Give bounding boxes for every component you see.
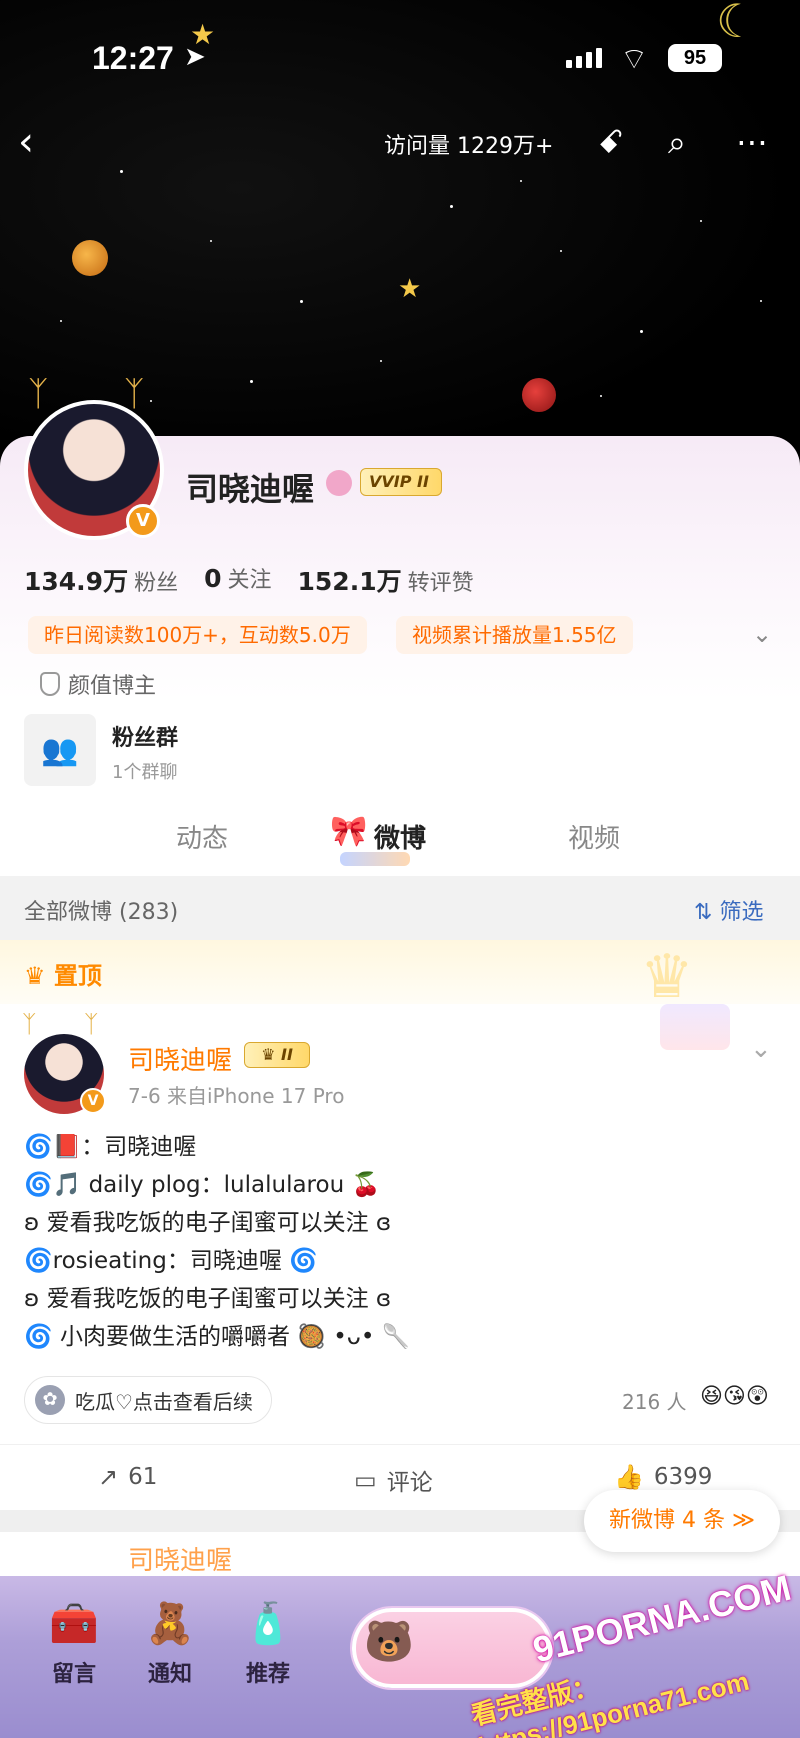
crown-decoration: ♛ <box>640 942 694 1012</box>
chest-icon: 🧰 <box>49 1601 99 1647</box>
reaction-emoji-icon[interactable]: 😆😘😲 <box>700 1384 769 1409</box>
crown-icon: ♛ <box>24 962 54 990</box>
filter-icon: ⇅ <box>694 900 720 925</box>
follow-up-chip[interactable]: ✿ 吃瓜♡点击查看后续 <box>24 1376 272 1424</box>
verified-badge-icon: V <box>80 1088 106 1114</box>
filter-button[interactable]: ⇅ 筛选 <box>694 894 763 926</box>
chevron-down-icon[interactable]: ⌄ <box>750 1034 772 1064</box>
feed-header: 全部微博 (283) ⇅ 筛选 <box>0 876 800 940</box>
bottom-nav-notifications[interactable]: 🧸 通知 <box>130 1596 210 1688</box>
verified-badge-icon: V <box>126 504 160 538</box>
stat-following[interactable]: 0 关注 <box>204 562 271 598</box>
follow-up-label: 吃瓜♡点击查看后续 <box>75 1389 253 1414</box>
tab-weibo[interactable]: 微博 <box>374 818 426 855</box>
post-line: ʚ 爱看我吃饭的电子闺蜜可以关注 ɞ <box>24 1210 392 1236</box>
card-decoration <box>660 1004 730 1050</box>
melon-icon: ✿ <box>35 1385 65 1415</box>
search-badge-icon[interactable] <box>326 470 352 496</box>
fan-group-title[interactable]: 粉丝群 <box>112 720 178 752</box>
visit-count: 访问量 1229万+ <box>384 134 554 159</box>
repost-icon: ↗ <box>98 1463 119 1491</box>
reactor-count[interactable]: 216 人 <box>622 1386 687 1415</box>
stat-interactions[interactable]: 152.1万 转评赞 <box>298 562 474 598</box>
weibo-tab-icon: 🎀 <box>330 814 368 849</box>
bottom-nav-messages[interactable]: 🧰 留言 <box>34 1596 114 1688</box>
group-icon[interactable]: 👥 <box>24 714 96 786</box>
creator-tag-label: 颜值博主 <box>68 674 157 699</box>
pinned-label: ♛ 置顶 <box>24 962 102 990</box>
like-button[interactable]: 👍 6399 <box>614 1463 712 1491</box>
antler-decoration: ᛉ <box>22 1010 37 1038</box>
top-nav: ‹ 访问量 1229万+ ꗃ ⌕ ⋯ <box>0 120 800 168</box>
battery-indicator: 95 <box>668 44 722 72</box>
tab-video[interactable]: 视频 <box>568 818 620 855</box>
post-vip-badge[interactable]: ♛ II <box>244 1042 310 1068</box>
tab-indicator <box>340 852 410 866</box>
search-icon[interactable]: ⌕ <box>668 122 686 162</box>
status-time: 12:27 <box>92 40 174 76</box>
post-line: 🌀📕：司晓迪喔 <box>24 1134 197 1160</box>
planet-decoration <box>522 378 556 412</box>
bear-balloon-icon: 🧸 <box>145 1601 195 1647</box>
comment-icon: ▭ <box>354 1466 377 1494</box>
status-bar: 12:27 ➤ ⌔ 95 <box>0 0 800 120</box>
chevron-down-icon[interactable]: ⌄ <box>752 620 772 648</box>
perfume-icon: 🧴 <box>243 1601 293 1647</box>
creator-tag: 颜值博主 <box>40 668 156 700</box>
post-meta: 7-6 来自iPhone 17 Pro <box>128 1084 345 1108</box>
more-icon[interactable]: ⋯ <box>736 122 768 162</box>
signal-icon <box>566 48 602 68</box>
gift-icon[interactable]: ꗃ <box>598 122 624 162</box>
post-author[interactable]: 司晓迪喔 <box>128 1540 232 1577</box>
antler-decoration: ᛉ <box>84 1010 99 1038</box>
post-author[interactable]: 司晓迪喔 <box>128 1040 232 1077</box>
wifi-icon: ⌔ <box>620 42 649 77</box>
tab-activity[interactable]: 动态 <box>176 818 228 855</box>
profile-stats: 134.9万 粉丝 0 关注 152.1万 转评赞 <box>24 562 474 598</box>
bear-icon: 🐻 <box>364 1619 414 1665</box>
comment-button[interactable]: ▭ 评论 <box>354 1463 433 1497</box>
back-icon[interactable]: ‹ <box>18 120 34 164</box>
post-line: 🌀🎵 daily plog：lulalularou 🍒 <box>24 1172 381 1198</box>
post-line: 🌀 小肉要做生活的嚼嚼者 🥘 •ᴗ• 🥄 <box>24 1324 411 1350</box>
star-decoration: ★ <box>398 274 422 304</box>
stat-followers[interactable]: 134.9万 粉丝 <box>24 562 178 598</box>
post-body: 🌀📕：司晓迪喔 🌀🎵 daily plog：lulalularou 🍒 ʚ 爱看… <box>24 1128 764 1356</box>
new-posts-button[interactable]: 新微博 4 条 ≫ <box>584 1490 780 1552</box>
profile-name: 司晓迪喔 <box>186 470 315 508</box>
antler-decoration: ᛉ <box>28 374 49 414</box>
post-card[interactable]: ᛉ ᛉ V 司晓迪喔 ♛ II 7-6 来自iPhone 17 Pro ⌄ 🌀📕… <box>0 1004 800 1510</box>
video-plays-chip: 视频累计播放量1.55亿 <box>396 616 633 654</box>
post-line: ʚ 爱看我吃饭的电子闺蜜可以关注 ɞ <box>24 1286 392 1312</box>
repost-button[interactable]: ↗ 61 <box>98 1463 157 1491</box>
location-arrow-icon: ➤ <box>184 42 206 72</box>
thumbs-up-icon: 👍 <box>614 1463 644 1491</box>
feed-count: 全部微博 (283) <box>24 900 179 925</box>
bottom-nav-recommend[interactable]: 🧴 推荐 <box>228 1596 308 1688</box>
post-line: 🌀rosieating：司晓迪喔 🌀 <box>24 1248 318 1274</box>
shield-icon <box>40 672 60 696</box>
fan-group-subtitle: 1个群聊 <box>112 762 178 783</box>
vvip-badge[interactable]: VVIP II <box>360 468 442 496</box>
compose-button[interactable]: 🐻 <box>352 1608 552 1688</box>
planet-decoration <box>72 240 108 276</box>
reads-chip: 昨日阅读数100万+，互动数5.0万 <box>28 616 367 654</box>
